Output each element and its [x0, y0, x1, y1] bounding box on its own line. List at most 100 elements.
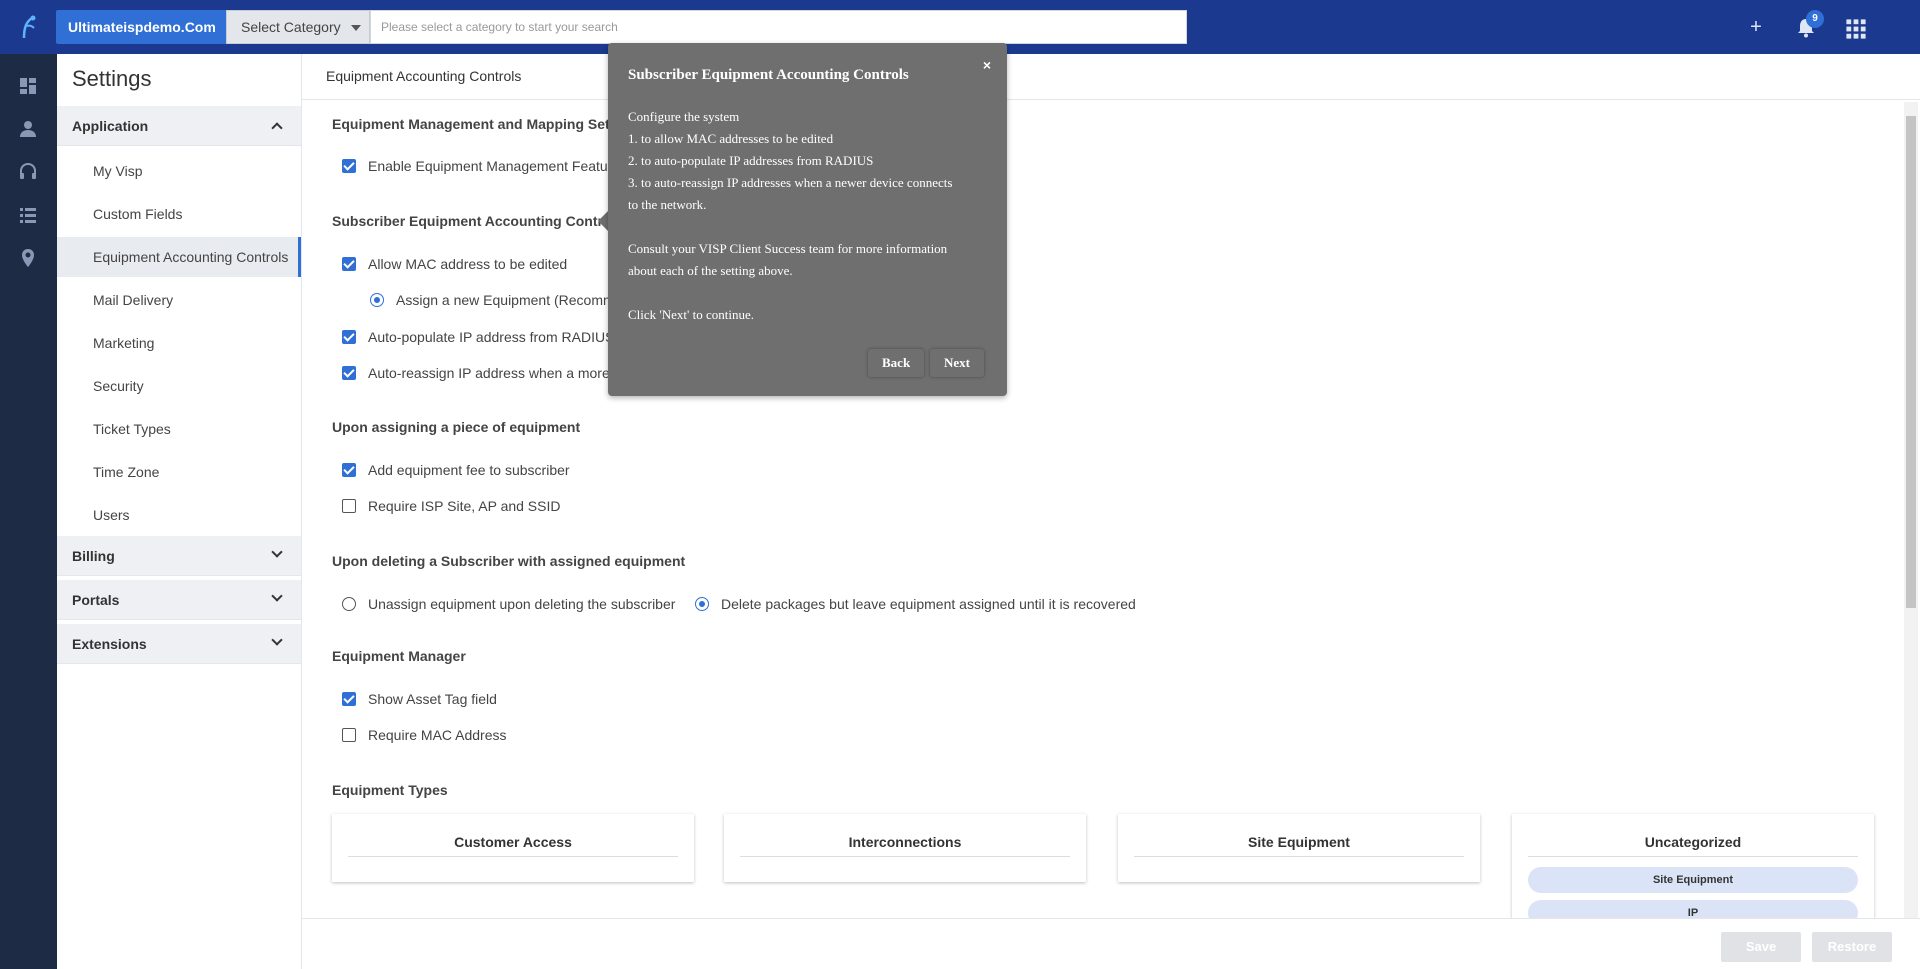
sidebar-item-marketing[interactable]: Marketing	[57, 323, 301, 363]
sidebar-section-application[interactable]: Application	[57, 106, 301, 146]
dashboard-icon[interactable]	[16, 74, 40, 98]
settings-sidebar: Settings Application My Visp Custom Fiel…	[57, 54, 302, 969]
require-site-checkbox[interactable]: Require ISP Site, AP and SSID	[342, 496, 561, 516]
divider	[348, 856, 678, 857]
apps-grid-icon[interactable]	[1844, 17, 1868, 41]
checkbox-checked[interactable]	[342, 692, 356, 706]
assign-new-radio[interactable]: Assign a new Equipment (Recomme	[370, 290, 622, 310]
autopopulate-checkbox[interactable]: Auto-populate IP address from RADIUS	[342, 327, 614, 347]
show-asset-checkbox[interactable]: Show Asset Tag field	[342, 689, 497, 709]
equipment-type-card-uncategorized[interactable]: Uncategorized Site Equipment IP	[1512, 814, 1874, 926]
brand-button[interactable]: Ultimateispdemo.Com	[56, 10, 228, 44]
category-select[interactable]: Select Category	[226, 10, 370, 44]
require-mac-checkbox[interactable]: Require MAC Address	[342, 725, 507, 745]
tooltip-next-button[interactable]: Next	[930, 349, 984, 377]
checkbox-checked[interactable]	[342, 463, 356, 477]
sidebar-item-custom-fields[interactable]: Custom Fields	[57, 194, 301, 234]
headset-icon[interactable]	[16, 160, 40, 184]
equipment-type-card-site-equipment[interactable]: Site Equipment	[1118, 814, 1480, 882]
scrollbar-thumb[interactable]	[1906, 116, 1916, 608]
divider	[740, 856, 1070, 857]
equipment-type-pill[interactable]: Site Equipment	[1528, 867, 1858, 893]
icon-rail: ?	[0, 54, 57, 969]
option-label: Require MAC Address	[368, 727, 507, 743]
checkbox-unchecked[interactable]	[342, 728, 356, 742]
restore-button[interactable]: Restore	[1812, 932, 1892, 962]
tooltip-arrow	[598, 211, 608, 231]
list-icon[interactable]	[16, 203, 40, 227]
tooltip-text: 2. to auto-populate IP addresses from RA…	[628, 153, 874, 168]
main-content: Equipment Accounting Controls Equipment …	[302, 54, 1920, 969]
tooltip-title: Subscriber Equipment Accounting Controls	[628, 67, 909, 83]
save-button[interactable]: Save	[1721, 932, 1801, 962]
checkbox-checked[interactable]	[342, 159, 356, 173]
tooltip-text: 3. to auto-reassign IP addresses when a …	[628, 175, 953, 190]
equipment-type-card-customer-access[interactable]: Customer Access	[332, 814, 694, 882]
card-title: Site Equipment	[1248, 834, 1350, 850]
notification-badge: 9	[1806, 10, 1824, 28]
chevron-down-icon	[351, 25, 361, 31]
tooltip-back-button[interactable]: Back	[868, 349, 925, 377]
add-fee-checkbox[interactable]: Add equipment fee to subscriber	[342, 460, 570, 480]
sidebar-item-my-visp[interactable]: My Visp	[57, 151, 301, 191]
tooltip-text: to the network.	[628, 197, 707, 212]
checkbox-unchecked[interactable]	[342, 499, 356, 513]
checkbox-checked[interactable]	[342, 330, 356, 344]
option-label: Require ISP Site, AP and SSID	[368, 498, 561, 514]
section-label: Application	[72, 118, 149, 134]
chevron-down-icon	[271, 634, 283, 646]
tooltip-text: Configure the system	[628, 109, 740, 124]
section-heading-deleting: Upon deleting a Subscriber with assigned…	[332, 553, 686, 569]
equipment-type-card-interconnections[interactable]: Interconnections	[724, 814, 1086, 882]
sidebar-item-ticket-types[interactable]: Ticket Types	[57, 409, 301, 449]
option-label: Assign a new Equipment (Recomme	[396, 292, 623, 308]
option-label: Show Asset Tag field	[368, 691, 497, 707]
map-pin-icon[interactable]	[16, 246, 40, 270]
card-title: Interconnections	[848, 834, 962, 850]
enable-mgmt-checkbox[interactable]: Enable Equipment Management Feature	[342, 156, 620, 176]
divider	[1528, 856, 1858, 857]
chevron-up-icon	[271, 122, 283, 134]
radio-selected[interactable]	[695, 597, 709, 611]
section-heading-assigning: Upon assigning a piece of equipment	[332, 419, 581, 435]
section-label: Extensions	[72, 636, 147, 652]
option-label: Auto-reassign IP address when a more re	[368, 365, 627, 381]
category-select-label: Select Category	[241, 19, 341, 35]
chevron-down-icon	[271, 546, 283, 558]
tooltip-text: about each of the setting above.	[628, 263, 793, 278]
radio-unselected[interactable]	[342, 597, 356, 611]
sidebar-item-mail-delivery[interactable]: Mail Delivery	[57, 280, 301, 320]
sidebar-item-time-zone[interactable]: Time Zone	[57, 452, 301, 492]
unassign-radio[interactable]: Unassign equipment upon deleting the sub…	[342, 594, 675, 614]
section-heading-manager: Equipment Manager	[332, 648, 466, 664]
sidebar-item-security[interactable]: Security	[57, 366, 301, 406]
section-label: Billing	[72, 548, 115, 564]
user-icon[interactable]	[16, 117, 40, 141]
close-icon[interactable]: ×	[983, 57, 991, 73]
radio-selected[interactable]	[370, 293, 384, 307]
option-label: Unassign equipment upon deleting the sub…	[368, 596, 676, 612]
sidebar-item-equipment-accounting-controls[interactable]: Equipment Accounting Controls	[57, 237, 301, 277]
footer-actions: Save Restore	[302, 918, 1920, 969]
tooltip-text: Consult your VISP Client Success team fo…	[628, 241, 948, 256]
section-heading-subscriber: Subscriber Equipment Accounting Controls	[332, 213, 624, 229]
search-input[interactable]: Please select a category to start your s…	[370, 10, 1187, 44]
checkbox-checked[interactable]	[342, 366, 356, 380]
autoreassign-checkbox[interactable]: Auto-reassign IP address when a more re	[342, 363, 626, 383]
app-logo-icon[interactable]	[18, 14, 40, 40]
section-heading-types: Equipment Types	[332, 782, 448, 798]
section-heading-mgmt: Equipment Management and Mapping Setting…	[332, 116, 644, 132]
sidebar-section-extensions[interactable]: Extensions	[57, 624, 301, 664]
sidebar-section-portals[interactable]: Portals	[57, 580, 301, 620]
option-label: Allow MAC address to be edited	[368, 256, 568, 272]
sidebar-section-billing[interactable]: Billing	[57, 536, 301, 576]
checkbox-checked[interactable]	[342, 257, 356, 271]
tooltip-text: 1. to allow MAC addresses to be edited	[628, 131, 834, 146]
allow-mac-checkbox[interactable]: Allow MAC address to be edited	[342, 254, 567, 274]
delete-packages-radio[interactable]: Delete packages but leave equipment assi…	[695, 594, 1136, 614]
sidebar-item-users[interactable]: Users	[57, 495, 301, 535]
card-title: Customer Access	[454, 834, 572, 850]
option-label: Enable Equipment Management Feature	[368, 158, 621, 174]
section-label: Portals	[72, 592, 120, 608]
add-icon[interactable]: +	[1744, 15, 1768, 39]
